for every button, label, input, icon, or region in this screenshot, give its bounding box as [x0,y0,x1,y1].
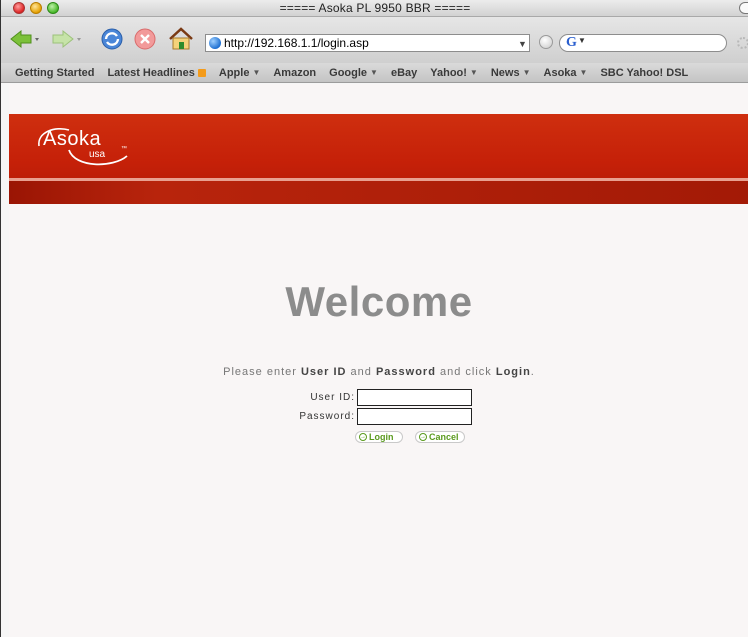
home-button[interactable] [168,26,194,52]
search-box[interactable]: G ▼ [559,34,727,52]
page-content: Asoka usa ™ Welcome Please enter User ID… [9,84,748,637]
window-title: ===== Asoka PL 9950 BBR ===== [279,1,471,15]
forward-arrow-icon [52,29,81,49]
password-input[interactable] [357,408,472,425]
page-title: Welcome [285,278,473,325]
bookmark-item[interactable]: Amazon [273,67,316,79]
login-instructions: Please enter User ID and Password and cl… [9,366,748,378]
search-engine-dropdown-icon[interactable]: ▼ [578,36,586,45]
dropdown-arrow-icon: ▼ [252,68,261,77]
bookmark-label: Yahoo! [430,66,467,79]
instruction-login: Login [495,366,531,378]
bookmark-label: Latest Headlines [107,66,195,79]
bookmark-label: Amazon [273,66,317,79]
back-button[interactable] [9,26,43,52]
bookmark-label: News [490,66,520,79]
address-bar[interactable]: http://192.168.1.1/login.asp [205,34,530,52]
bookmark-item[interactable]: eBay [391,67,417,79]
reload-button[interactable] [99,26,125,52]
browser-window: ===== Asoka PL 9950 BBR ===== http://192… [0,0,748,637]
instruction-click: and click [435,366,496,378]
bookmark-item[interactable]: Yahoo! ▼ [430,67,478,79]
bookmark-label: SBC Yahoo! DSL [600,66,689,79]
user-id-label: User ID: [310,392,355,403]
stop-button[interactable] [133,26,157,52]
bookmark-item[interactable]: Google ▼ [329,67,378,79]
address-dropdown-icon[interactable]: ▼ [518,39,527,49]
bookmarks-bar: Getting Started Latest Headlines Apple ▼ Ama… [1,63,748,83]
cancel-button-label: Cancel [429,432,459,442]
home-icon [169,27,193,50]
google-search-engine-icon[interactable]: G [566,35,577,51]
login-button-label: Login [369,432,394,442]
bookmark-item[interactable]: Asoka ▼ [544,67,588,79]
bookmark-item[interactable]: News ▼ [491,67,531,79]
instruction-end: . [530,366,535,378]
bookmark-item[interactable]: SBC Yahoo! DSL [600,67,688,79]
brand-header: Asoka usa ™ [9,114,748,204]
logo-trademark: ™ [121,146,127,152]
instruction-prefix: Please enter [223,366,301,378]
toolbar-toggle-button[interactable] [739,2,748,14]
logo-text: Asoka [43,128,102,150]
arrow-right-icon: → [419,433,427,441]
logo-sub-text: usa [89,149,106,160]
activity-throbber-icon [737,37,748,49]
login-button[interactable]: → Login [355,431,403,443]
rss-feed-icon [197,68,206,77]
bookmark-item[interactable]: Apple ▼ [219,67,260,79]
reload-icon [101,28,123,50]
navigation-toolbar: http://192.168.1.1/login.asp ▼ G ▼ [1,17,748,63]
dropdown-arrow-icon: ▼ [370,68,378,77]
instruction-and: and [346,366,376,378]
address-text: http://192.168.1.1/login.asp [224,36,369,50]
instruction-user-id: User ID [300,366,347,378]
user-id-input[interactable] [357,389,472,406]
site-globe-icon [209,37,221,49]
go-button[interactable] [539,35,553,49]
forward-button[interactable] [51,26,85,52]
bookmark-item[interactable]: Getting Started [15,67,94,79]
bookmark-label: Google [329,66,368,79]
dropdown-arrow-icon: ▼ [522,68,531,77]
stop-icon [134,28,156,50]
dropdown-arrow-icon: ▼ [469,68,478,77]
bookmark-label: Asoka [543,66,577,79]
back-arrow-icon [10,29,39,49]
header-lower-band [9,181,748,204]
bookmark-label: Apple [218,66,250,79]
bookmark-item[interactable]: Latest Headlines [107,66,206,79]
dropdown-arrow-icon: ▼ [579,68,588,77]
cancel-button[interactable]: → Cancel [415,431,465,443]
instruction-password: Password [375,366,436,378]
asoka-logo: Asoka usa ™ [35,124,145,174]
bookmark-label: Getting Started [15,66,95,79]
bookmark-label: eBay [390,66,418,79]
title-bar: ===== Asoka PL 9950 BBR ===== [1,0,748,17]
arrow-right-icon: → [359,433,367,441]
password-label: Password: [299,411,355,422]
